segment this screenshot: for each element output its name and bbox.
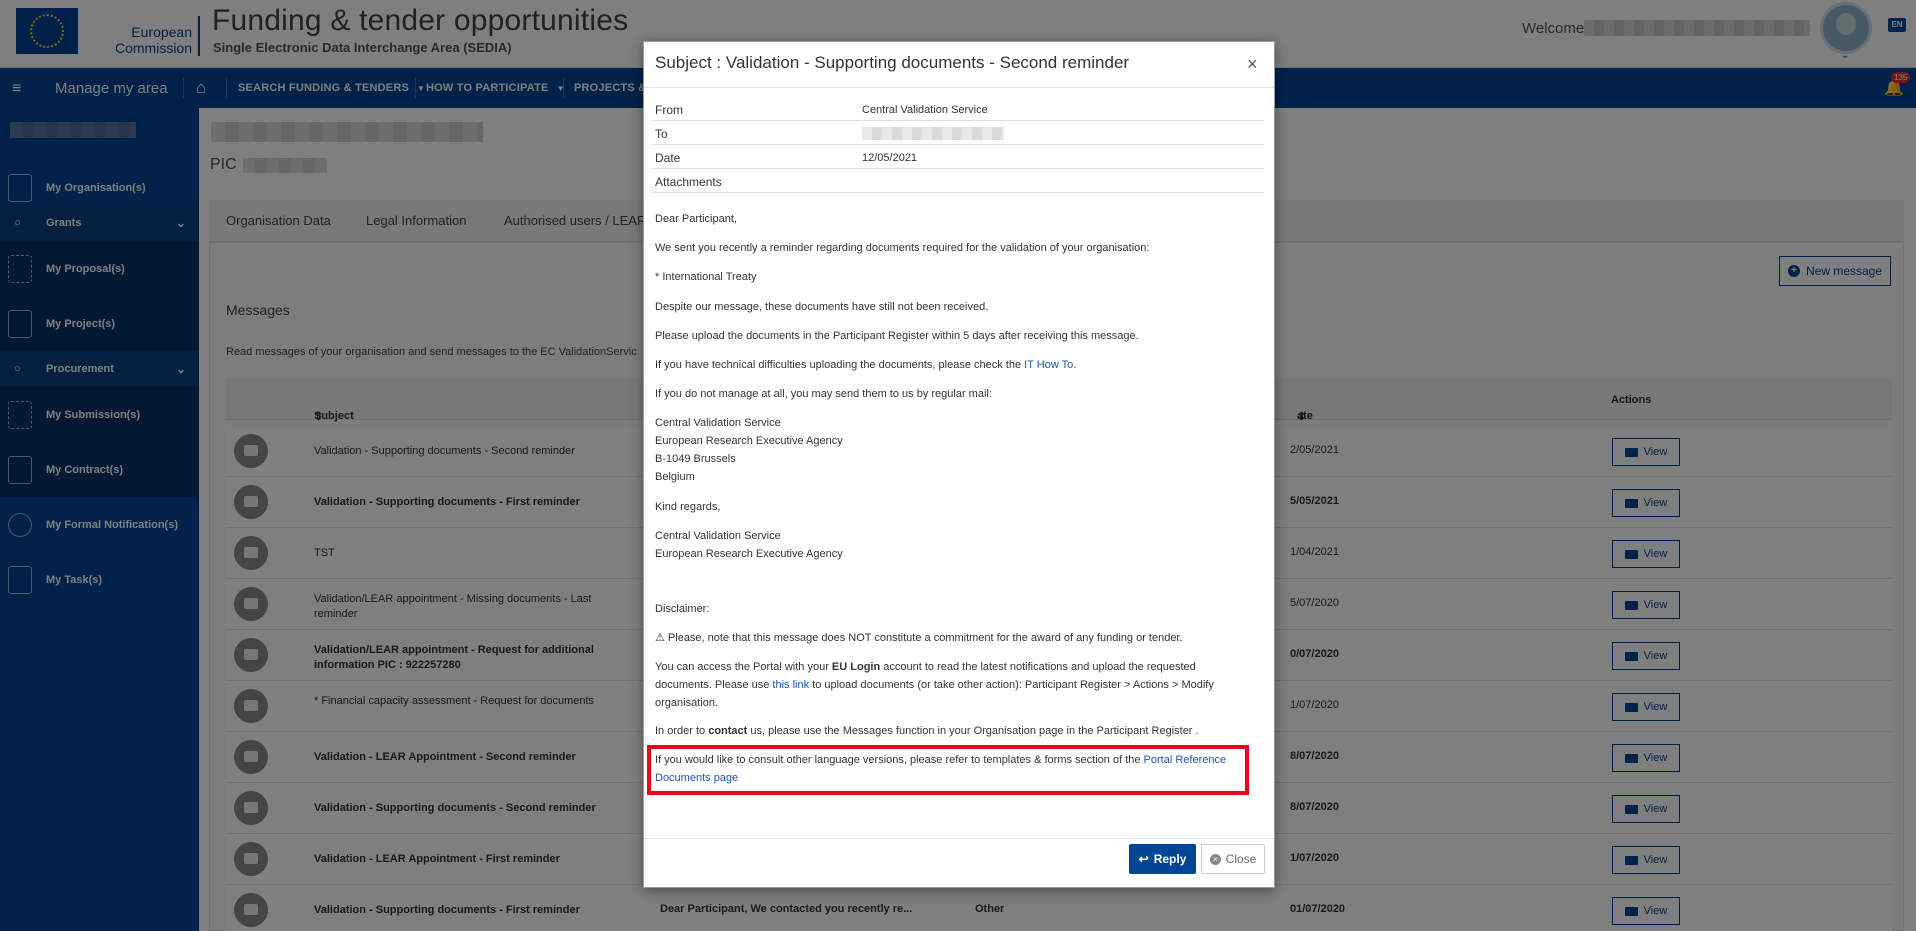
close-icon[interactable]: × [1247,54,1258,75]
close-circle-icon: × [1209,853,1221,865]
date-label: Date [655,151,681,165]
reply-button[interactable]: ↩ Reply [1129,844,1196,874]
message-greeting: Dear Participant, [655,213,737,225]
message-regards: Kind regards, [655,501,721,513]
text: . [1073,359,1077,371]
address-line: Belgium [655,471,695,483]
from-value: Central Validation Service [862,104,988,116]
mail-address: Central Validation Service European Rese… [655,414,843,486]
contact-text: contact [708,725,748,737]
disclaimer-warning: ⚠ Please, note that this message does NO… [655,632,1183,644]
address-line: B-1049 Brussels [655,453,736,465]
close-button[interactable]: × Close [1201,844,1265,874]
message-paragraph: We sent you recently a reminder regardin… [655,242,1150,254]
access-paragraph: You can access the Portal with your EU L… [655,658,1255,712]
modal-footer-divider [644,838,1274,839]
meta-attachments: Attachments [652,169,1264,193]
reply-icon: ↩ [1138,852,1149,866]
from-label: From [655,103,683,117]
meta-date: Date 12/05/2021 [652,145,1264,169]
eu-login-text: EU Login [831,661,881,673]
meta-to: To [652,121,1264,145]
message-paragraph: If you have technical difficulties uploa… [655,356,1076,374]
reply-label: Reply [1153,852,1187,866]
text: In order to [655,725,709,737]
date-value: 12/05/2021 [862,152,918,164]
message-paragraph: * International Treaty [655,271,757,283]
close-label: Close [1225,852,1257,866]
modal-title: Subject : Validation - Supporting docume… [655,53,1130,72]
text: If you have technical difficulties uploa… [655,359,1025,371]
contact-paragraph: In order to contact us, please use the M… [655,722,1199,740]
signature-line: Central Validation Service [655,530,781,542]
highlight-annotation-box [647,745,1249,795]
message-paragraph: Despite our message, these documents hav… [655,301,989,313]
it-how-to-link[interactable]: IT How To [1024,359,1073,371]
disclaimer-heading: Disclaimer: [655,603,710,615]
to-value-redacted [862,127,1004,140]
modal-header: Subject : Validation - Supporting docume… [644,42,1274,88]
message-paragraph: Please upload the documents in the Parti… [655,330,1139,342]
text: us, please use the Messages function in … [747,725,1199,737]
to-label: To [655,127,668,141]
signature-line: European Research Executive Agency [655,548,843,560]
message-paragraph: If you do not manage at all, you may sen… [655,388,992,400]
meta-from: From Central Validation Service [652,97,1264,121]
message-modal: Subject : Validation - Supporting docume… [643,41,1275,888]
attachments-label: Attachments [655,175,722,189]
address-line: Central Validation Service [655,417,781,429]
address-line: European Research Executive Agency [655,435,843,447]
text: You can access the Portal with your [655,661,832,673]
this-link[interactable]: this link [772,679,809,691]
message-signature: Central Validation Service European Rese… [655,527,843,563]
